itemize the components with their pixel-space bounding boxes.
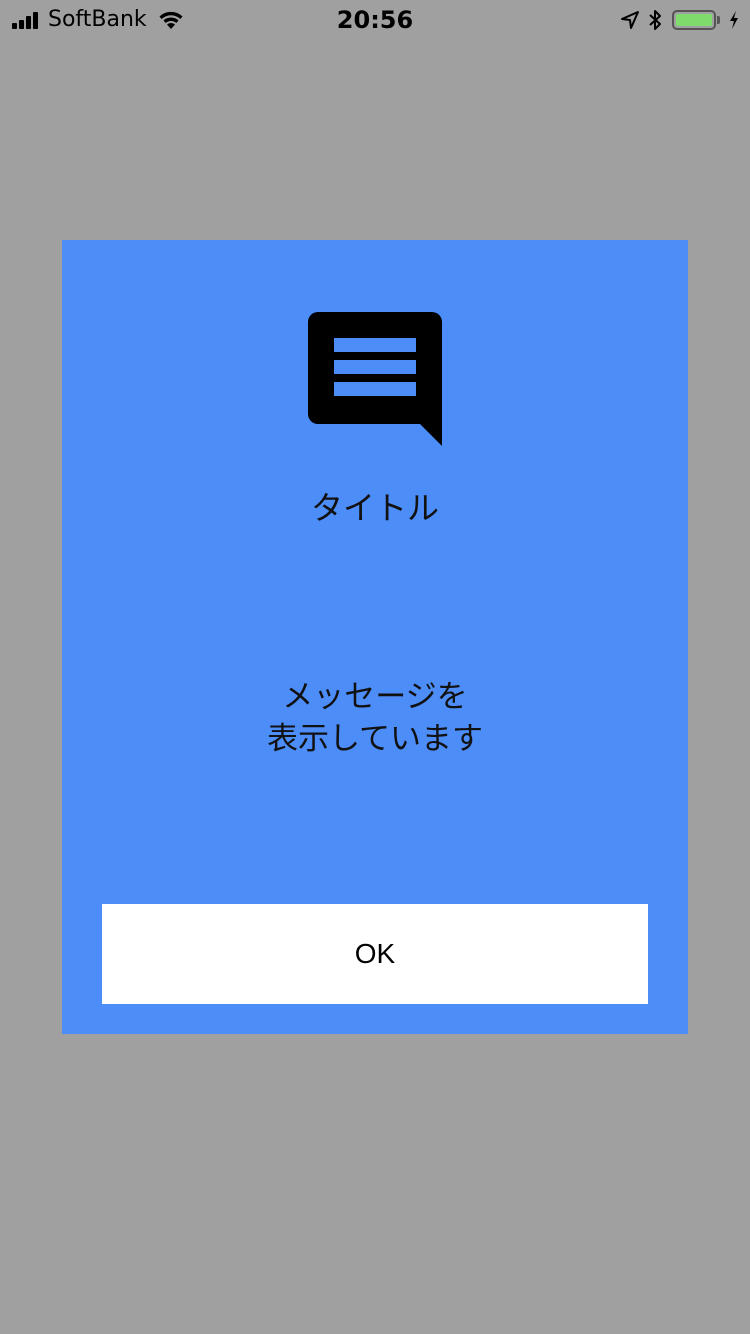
- battery-fill: [676, 14, 712, 26]
- charging-bolt-icon: [730, 11, 738, 29]
- dialog-message-line: メッセージを: [282, 679, 468, 715]
- dialog-message-line: 表示しています: [266, 721, 484, 757]
- battery-tip: [717, 16, 720, 24]
- battery-icon: [672, 10, 716, 30]
- status-bar: SoftBank 20:56: [0, 0, 750, 40]
- ok-button[interactable]: OK: [102, 904, 648, 1004]
- dialog-title: タイトル: [310, 489, 439, 527]
- message-bubble-icon: [308, 312, 442, 446]
- dialog-message: メッセージを 表示しています: [62, 676, 688, 760]
- alert-dialog: タイトル メッセージを 表示しています OK: [62, 240, 688, 1034]
- location-arrow-icon: [621, 11, 639, 29]
- bluetooth-icon: [649, 10, 661, 30]
- status-right: [612, 8, 740, 32]
